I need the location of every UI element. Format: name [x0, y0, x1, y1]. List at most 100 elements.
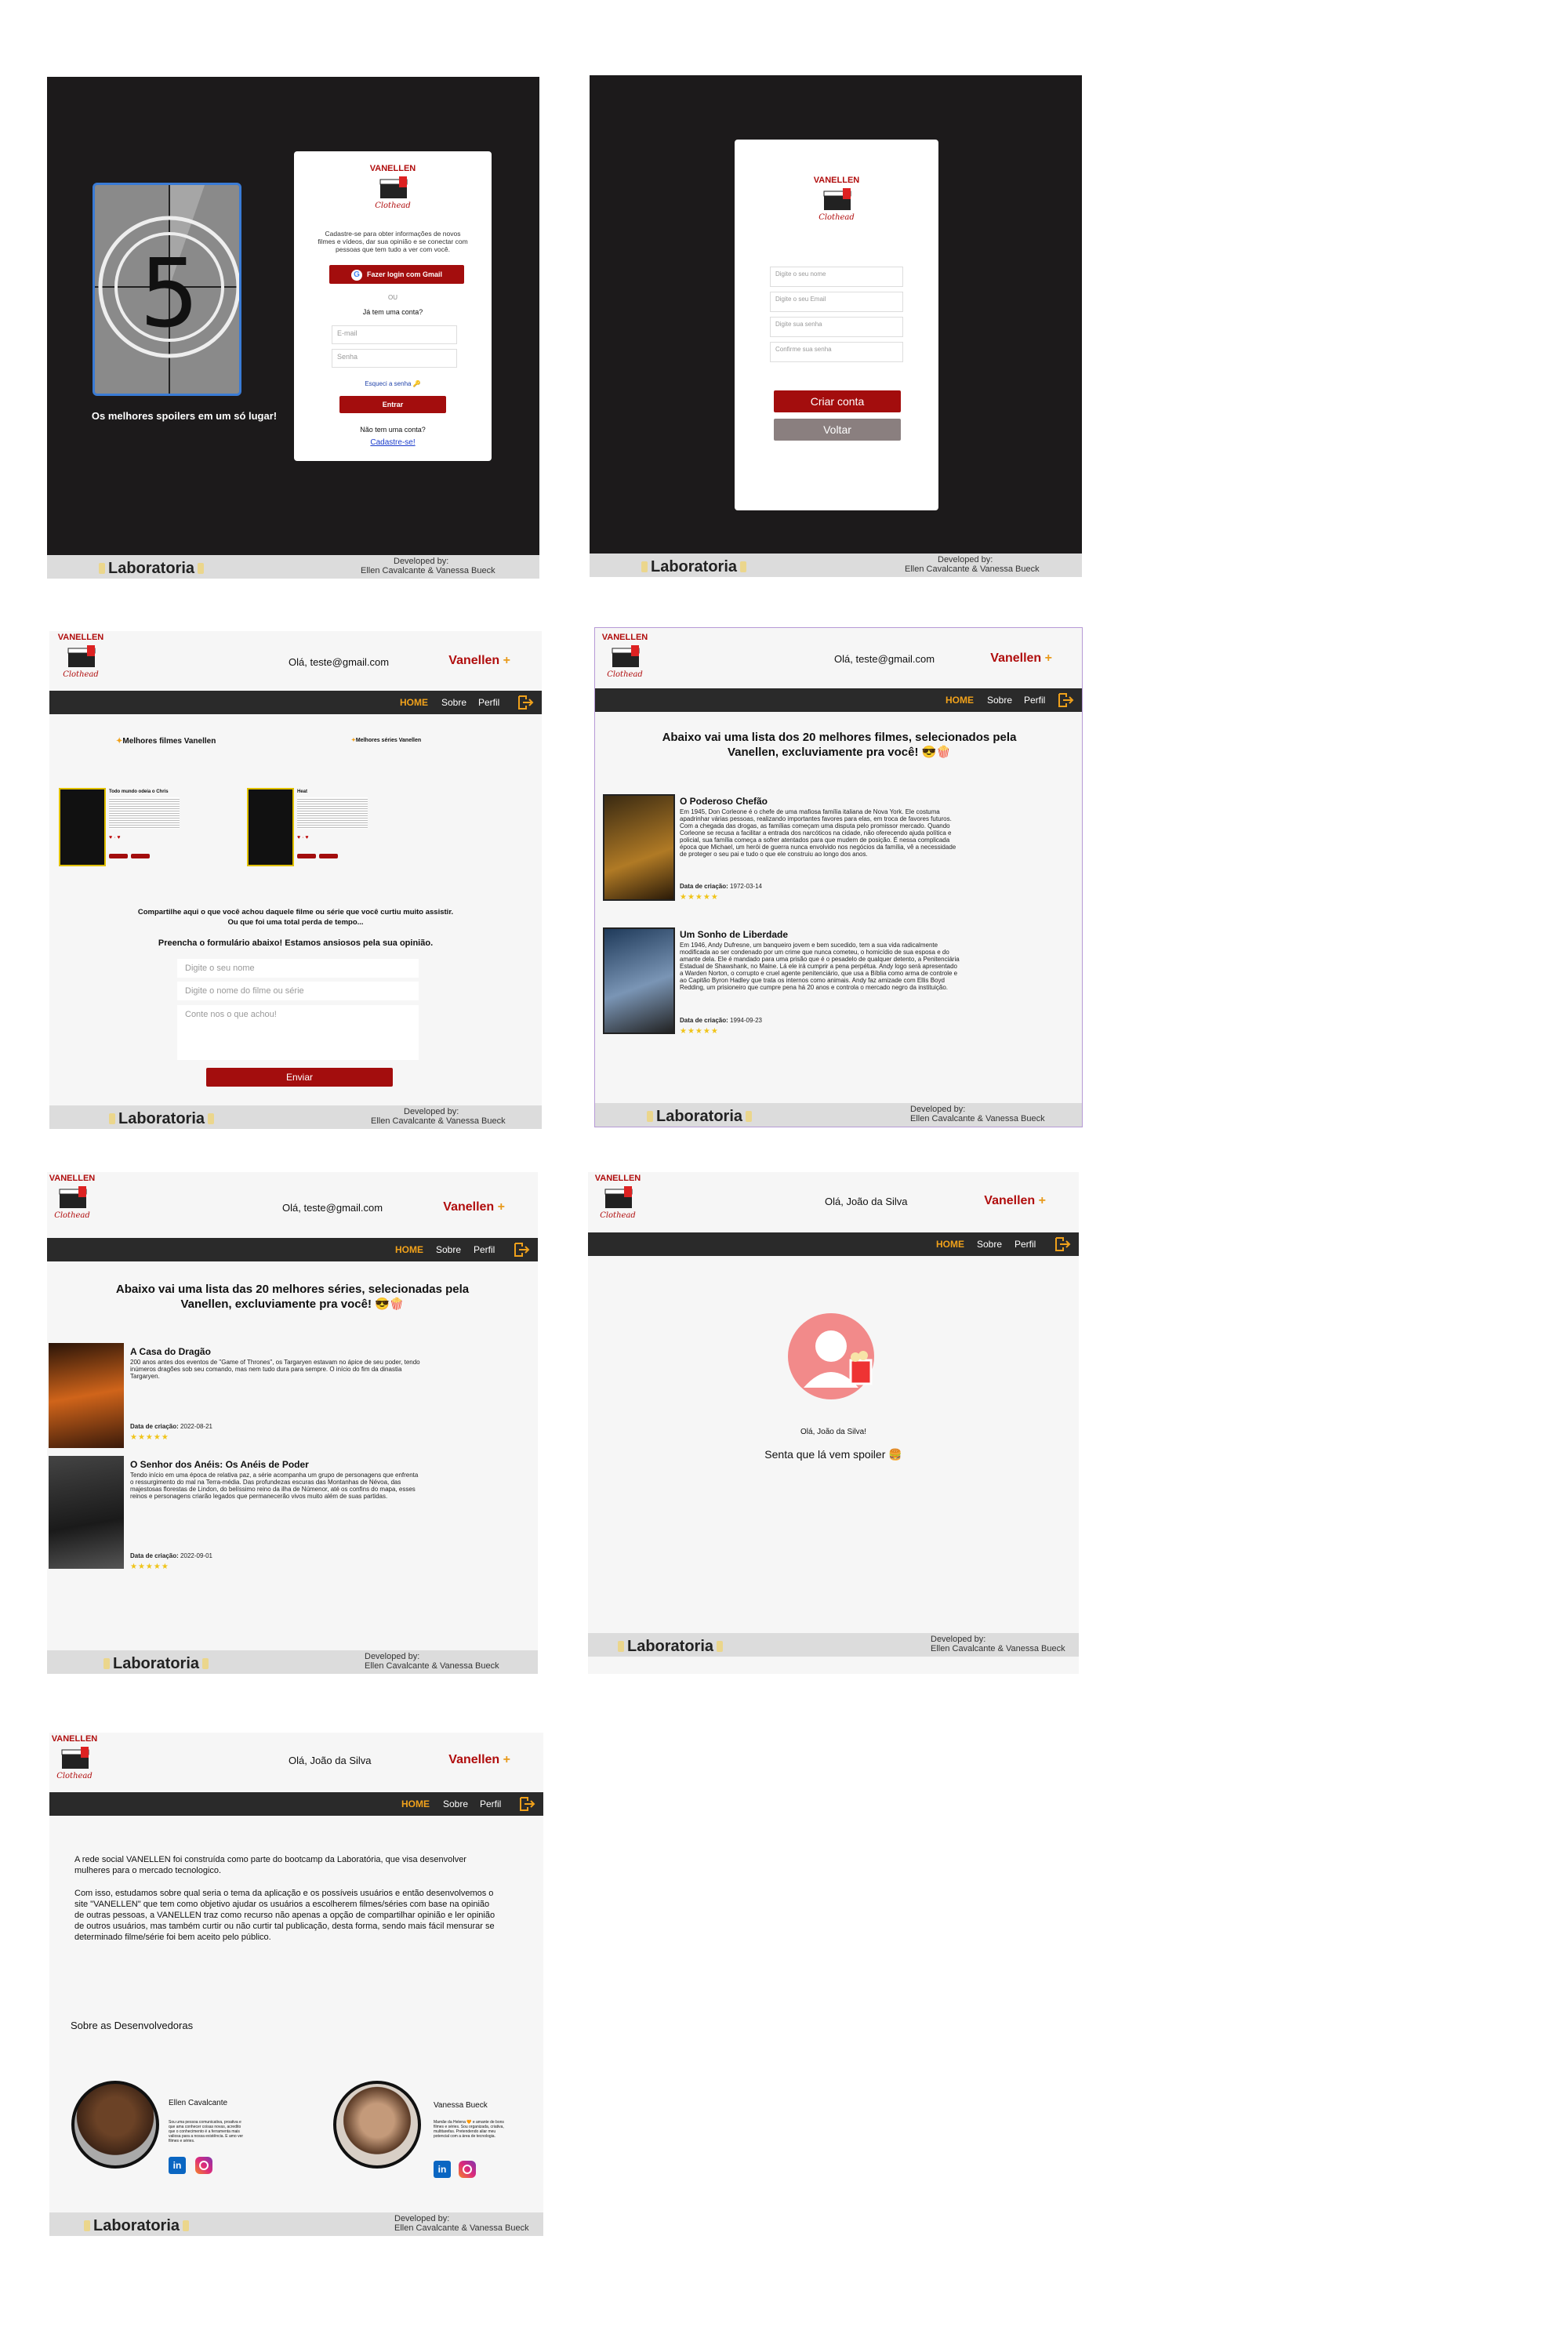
- signup-link[interactable]: Cadastre-se!: [294, 438, 492, 447]
- send-button[interactable]: Enviar: [206, 1068, 393, 1087]
- nav-about[interactable]: Sobre: [441, 697, 466, 708]
- footer: Laboratoria Developed by: Ellen Cavalcant…: [590, 554, 1082, 577]
- laboratoria-logo: Laboratoria: [108, 1110, 215, 1127]
- title-input[interactable]: Digite o nome do filme ou série: [177, 982, 419, 1000]
- register-screen: VANELLEN Clothead Digite o seu nome Digi…: [590, 75, 1082, 577]
- nav-about[interactable]: Sobre: [436, 1244, 461, 1255]
- clapperboard-icon: [604, 1186, 633, 1208]
- nav-profile[interactable]: Perfil: [1014, 1239, 1036, 1250]
- logo: VANELLEN Clothead: [594, 1174, 641, 1230]
- register-card: VANELLEN Clothead Digite o seu nome Digi…: [735, 140, 938, 510]
- brand-name: Vanellen +: [990, 652, 1052, 665]
- best-movies-heading: ✦Melhores filmes Vanellen: [116, 737, 216, 746]
- password-input[interactable]: Senha: [332, 349, 457, 368]
- card-text: [109, 797, 180, 829]
- logo-text: VANELLEN: [594, 1174, 641, 1183]
- google-login-button[interactable]: G Fazer login com Gmail: [329, 265, 464, 284]
- logo: VANELLEN Clothead: [369, 164, 416, 220]
- brand-name: Vanellen +: [443, 1200, 505, 1214]
- rating-stars[interactable]: ★★★★★: [130, 1433, 169, 1442]
- logo-script: Clothead: [63, 670, 99, 679]
- movie-synopsis: Em 1945, Don Corleone é o chefe de uma m…: [680, 808, 956, 858]
- back-button[interactable]: Voltar: [774, 419, 901, 441]
- forgot-password-link[interactable]: Esqueci a senha 🔑: [294, 380, 492, 387]
- movie-date: Data de criação: 1994-09-23: [680, 1017, 762, 1024]
- movie-date: Data de criação: 1972-03-14: [680, 883, 762, 890]
- footer: Laboratoria Developed by: Ellen Cavalcant…: [49, 2212, 543, 2236]
- nav-home[interactable]: HOME: [400, 697, 428, 708]
- logo-text: VANELLEN: [57, 633, 104, 642]
- logo-script: Clothead: [54, 1211, 90, 1220]
- laboratoria-logo: Laboratoria: [103, 1655, 209, 1672]
- heart-icon[interactable]: ♥ · ♥: [109, 835, 121, 840]
- profile-screen: VANELLEN Clothead Olá, João da Silva Van…: [588, 1172, 1079, 1674]
- nav-home[interactable]: HOME: [946, 695, 974, 706]
- logout-icon[interactable]: [513, 1242, 530, 1258]
- movie-card[interactable]: Todo mundo odeia o Chris ♥ · ♥: [59, 788, 184, 874]
- logo: VANELLEN Clothead: [813, 176, 860, 232]
- nav-about[interactable]: Sobre: [977, 1239, 1002, 1250]
- nav-profile[interactable]: Perfil: [1024, 695, 1045, 706]
- rating-stars[interactable]: ★★★★★: [680, 893, 719, 902]
- intro-text: Cadastre-se para obter informações de no…: [318, 230, 468, 253]
- clapperboard-icon: [61, 1747, 89, 1769]
- linkedin-icon[interactable]: in: [169, 2157, 186, 2174]
- avatar-icon: [788, 1313, 874, 1399]
- card-button[interactable]: [297, 854, 316, 858]
- nav-home[interactable]: HOME: [936, 1239, 964, 1250]
- nav-about[interactable]: Sobre: [987, 695, 1012, 706]
- poster-image: [49, 1456, 124, 1569]
- logo: VANELLEN Clothead: [601, 633, 648, 689]
- instagram-icon[interactable]: [459, 2161, 476, 2178]
- logout-icon[interactable]: [1057, 692, 1074, 708]
- nav-home[interactable]: HOME: [395, 1244, 423, 1255]
- developed-by: Developed by: Ellen Cavalcante & Vanessa …: [361, 557, 495, 575]
- share-text: Compartilhe aqui o que você achou daquel…: [137, 908, 454, 927]
- instagram-icon[interactable]: [195, 2157, 212, 2174]
- logo: VANELLEN Clothead: [49, 1174, 96, 1230]
- card-button[interactable]: [319, 854, 338, 858]
- email-input[interactable]: Digite o seu Email: [770, 292, 903, 312]
- email-input[interactable]: E-mail: [332, 325, 457, 344]
- heart-icon[interactable]: ♥ · ♥: [297, 835, 309, 840]
- confirm-password-input[interactable]: Confirme sua senha: [770, 342, 903, 362]
- nav-profile[interactable]: Perfil: [474, 1244, 495, 1255]
- nav-home[interactable]: HOME: [401, 1798, 430, 1809]
- password-input[interactable]: Digite sua senha: [770, 317, 903, 337]
- logout-icon[interactable]: [1054, 1236, 1071, 1252]
- navbar: HOME Sobre Perfil: [49, 1792, 543, 1816]
- home-screen: VANELLEN Clothead Olá, teste@gmail.com V…: [49, 631, 542, 1129]
- movie-card[interactable]: Heat ♥ · ♥: [247, 788, 372, 874]
- laboratoria-logo: Laboratoria: [617, 1638, 724, 1655]
- logout-icon[interactable]: [518, 1796, 535, 1812]
- series-heading: Abaixo vai uma lista das 20 melhores sér…: [115, 1283, 470, 1311]
- clapperboard-icon: [67, 645, 96, 667]
- logout-icon[interactable]: [517, 695, 534, 710]
- movie-synopsis: Em 1946, Andy Dufresne, um banqueiro jov…: [680, 942, 960, 991]
- name-input[interactable]: Digite o seu nome: [177, 959, 419, 978]
- header: VANELLEN Clothead Olá, João da Silva Van…: [49, 1733, 543, 1792]
- rating-stars[interactable]: ★★★★★: [680, 1027, 719, 1036]
- nav-about[interactable]: Sobre: [443, 1798, 468, 1809]
- linkedin-icon[interactable]: in: [434, 2161, 451, 2178]
- opinion-textarea[interactable]: Conte nos o que achou!: [177, 1005, 419, 1060]
- series-screen: VANELLEN Clothead Olá, teste@gmail.com V…: [47, 1172, 538, 1674]
- nav-profile[interactable]: Perfil: [480, 1798, 501, 1809]
- footer: Laboratoria Developed by: Ellen Cavalcant…: [595, 1103, 1082, 1127]
- rating-stars[interactable]: ★★★★★: [130, 1563, 169, 1571]
- name-input[interactable]: Digite o seu nome: [770, 267, 903, 287]
- navbar: HOME Sobre Perfil: [588, 1232, 1079, 1256]
- login-screen: 5 Os melhores spoilers em um só lugar! V…: [47, 77, 539, 579]
- clapperboard-icon: [823, 188, 851, 210]
- card-button[interactable]: [131, 854, 150, 858]
- dev1-name: Ellen Cavalcante: [169, 2099, 228, 2107]
- nav-profile[interactable]: Perfil: [478, 697, 499, 708]
- enter-button[interactable]: Entrar: [339, 396, 446, 413]
- user-greeting: Olá, teste@gmail.com: [282, 1202, 383, 1214]
- create-account-button[interactable]: Criar conta: [774, 390, 901, 412]
- logo-text: VANELLEN: [49, 1174, 96, 1183]
- logo: VANELLEN Clothead: [57, 633, 104, 689]
- poster-image: [59, 788, 106, 866]
- brand-name: Vanellen +: [984, 1194, 1046, 1207]
- card-button[interactable]: [109, 854, 128, 858]
